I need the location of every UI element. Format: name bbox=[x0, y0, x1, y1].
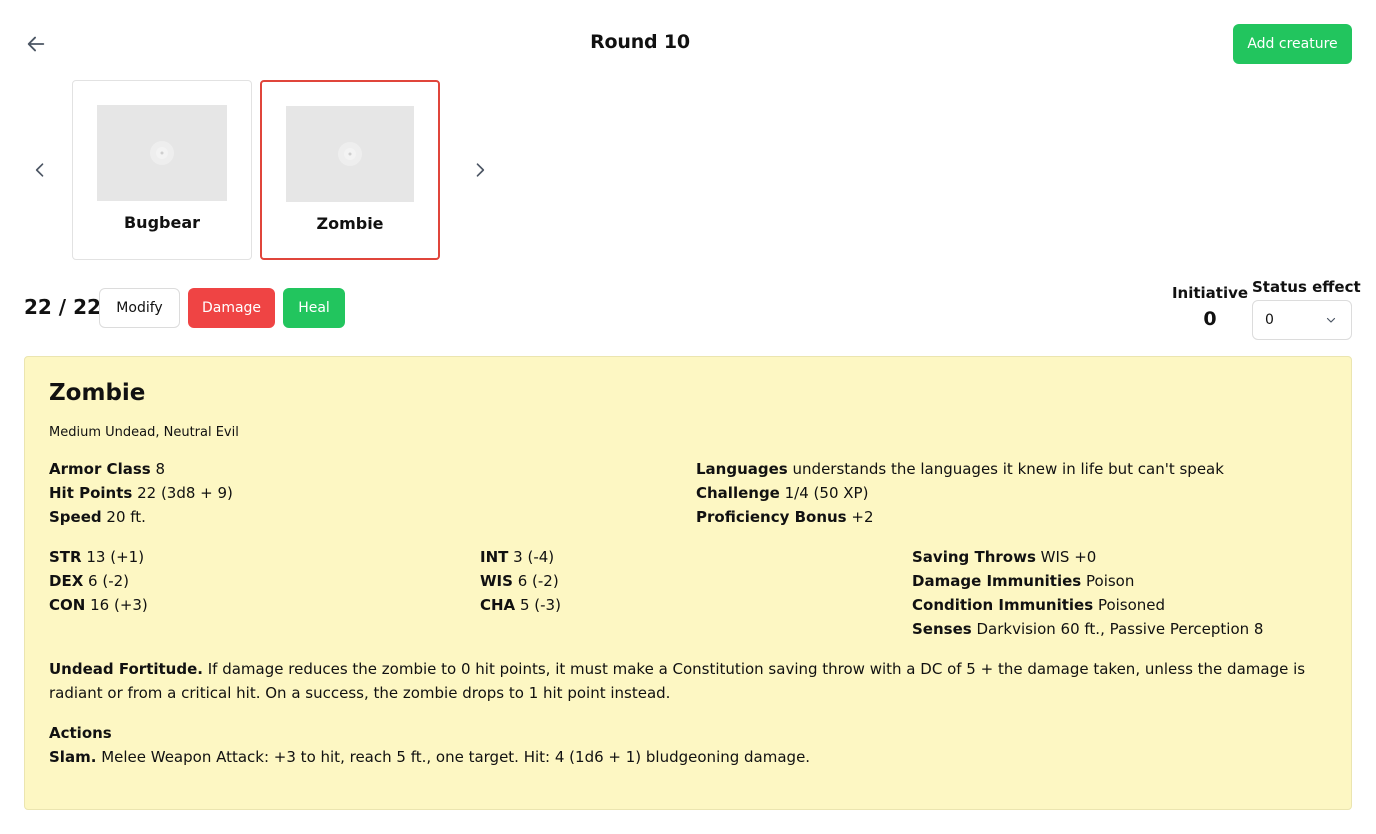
ability-str: STR 13 (+1) bbox=[49, 548, 145, 566]
challenge: Challenge 1/4 (50 XP) bbox=[696, 484, 869, 502]
trait-undead-fortitude: Undead Fortitude. If damage reduces the … bbox=[49, 660, 1306, 702]
creature-card-bugbear[interactable]: Bugbear bbox=[72, 80, 252, 260]
statblock-name: Zombie bbox=[49, 380, 146, 406]
image-loading-icon bbox=[338, 142, 362, 166]
carousel-prev-button[interactable] bbox=[28, 158, 52, 182]
initiative-value[interactable]: 0 bbox=[1170, 308, 1250, 330]
hit-points: Hit Points 22 (3d8 + 9) bbox=[49, 484, 233, 502]
ability-dex: DEX 6 (-2) bbox=[49, 572, 130, 590]
ability-int: INT 3 (-4) bbox=[480, 548, 555, 566]
creature-card-name: Zombie bbox=[316, 214, 384, 233]
actions-heading: Actions bbox=[49, 724, 112, 742]
armor-class: Armor Class 8 bbox=[49, 460, 166, 478]
page-title: Round 10 bbox=[590, 31, 690, 53]
ability-wis: WIS 6 (-2) bbox=[480, 572, 559, 590]
creature-image-placeholder bbox=[97, 105, 227, 201]
proficiency-bonus: Proficiency Bonus +2 bbox=[696, 508, 874, 526]
add-creature-button[interactable]: Add creature bbox=[1233, 24, 1352, 64]
creature-card-zombie[interactable]: Zombie bbox=[260, 80, 440, 260]
damage-immunities: Damage Immunities Poison bbox=[912, 572, 1135, 590]
ability-con: CON 16 (+3) bbox=[49, 596, 148, 614]
chevron-down-icon bbox=[1326, 317, 1336, 323]
senses: Senses Darkvision 60 ft., Passive Percep… bbox=[912, 620, 1264, 638]
status-effect-select[interactable]: 0 bbox=[1252, 300, 1352, 340]
speed: Speed 20 ft. bbox=[49, 508, 146, 526]
action-slam: Slam. Melee Weapon Attack: +3 to hit, re… bbox=[49, 748, 811, 766]
ability-cha: CHA 5 (-3) bbox=[480, 596, 561, 614]
status-effect-value: 0 bbox=[1265, 312, 1274, 328]
hit-points-display: 22 / 22 bbox=[24, 295, 101, 319]
creature-card-name: Bugbear bbox=[123, 213, 201, 232]
chevron-left-icon bbox=[35, 163, 44, 177]
initiative-label: Initiative bbox=[1171, 284, 1249, 302]
languages: Languages understands the languages it k… bbox=[696, 460, 1224, 478]
damage-button[interactable]: Damage bbox=[188, 288, 275, 328]
status-effect-label: Status effect bbox=[1252, 278, 1361, 296]
statblock-type: Medium Undead, Neutral Evil bbox=[49, 425, 239, 440]
condition-immunities: Condition Immunities Poisoned bbox=[912, 596, 1166, 614]
saving-throws: Saving Throws WIS +0 bbox=[912, 548, 1097, 566]
creature-image-placeholder bbox=[286, 106, 414, 202]
carousel-next-button[interactable] bbox=[468, 158, 492, 182]
modify-button[interactable]: Modify bbox=[99, 288, 180, 328]
stat-block: Zombie Medium Undead, Neutral Evil Armor… bbox=[24, 356, 1352, 810]
chevron-right-icon bbox=[476, 163, 485, 177]
heal-button[interactable]: Heal bbox=[283, 288, 345, 328]
image-loading-icon bbox=[150, 141, 174, 165]
